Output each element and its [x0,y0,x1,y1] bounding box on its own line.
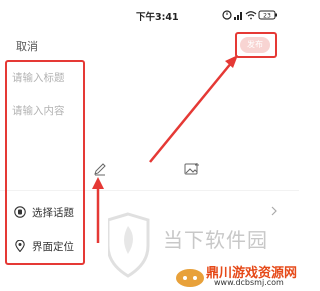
highlight-box-fields [5,60,85,265]
alarm-icon [222,10,232,20]
arrow-to-publish-icon [149,55,238,163]
status-icons: 23 [222,10,277,20]
pen-icon[interactable] [93,162,107,176]
watermark-shield-icon [108,212,150,278]
highlight-box-publish [235,32,277,58]
wifi-icon [245,11,257,20]
watermark-main-text: 当下软件园 [163,228,268,252]
status-time: 下午3:41 [136,12,179,23]
watermark-url-text: www.dcbsmj.com [214,278,284,287]
battery-level: 23 [263,13,271,20]
status-bar: 下午3:41 23 [0,0,299,28]
signal-icon [234,12,242,20]
image-icon[interactable] [184,162,200,176]
watermark-gamepad-icon [176,269,204,287]
cancel-button[interactable]: 取消 [16,38,38,54]
battery-icon: 23 [258,10,277,20]
